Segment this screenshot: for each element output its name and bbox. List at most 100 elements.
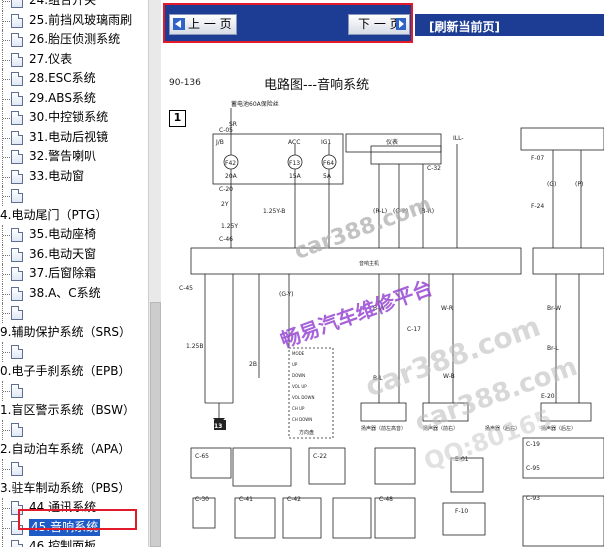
conn-f24-label: F-24	[531, 203, 544, 210]
tree-item[interactable]: 24.组合开关	[0, 0, 148, 11]
fuse-f64-label: F64	[323, 160, 334, 167]
document-icon	[11, 267, 23, 281]
tree-item-label: 28.ESC系统	[29, 71, 96, 85]
refresh-page-link[interactable]: [刷新当前页]	[429, 18, 500, 35]
tree-item[interactable]	[0, 342, 148, 362]
tree-item-label: 9.辅助保护系统（SRS）	[0, 324, 132, 339]
tree-item-label: 25.前挡风玻璃雨刷	[29, 12, 133, 27]
switch-mode-label: MODE	[292, 351, 305, 356]
tree-item[interactable]: 30.中控锁系统	[0, 108, 148, 128]
document-icon	[11, 189, 23, 203]
instrument-label: 仪表	[386, 138, 398, 146]
conn-c46-label: C-46	[219, 236, 233, 243]
tree-item[interactable]: 32.警告喇叭	[0, 147, 148, 167]
diagram-code: 90-136	[169, 78, 201, 88]
wire-wr-label: W-R	[441, 305, 453, 312]
conn-f07-label: F-07	[531, 155, 544, 162]
conn-c48-label: C-48	[379, 496, 393, 503]
tree-item-label: 33.电动窗	[29, 168, 85, 183]
wire-p-label: (P)	[575, 181, 583, 188]
document-icon	[11, 286, 23, 301]
nav-button-group: 上 一 页 下 一 页	[163, 3, 413, 43]
speaker-rr-label: 扬声器（后左）	[541, 425, 576, 432]
switch-ch-down-label: CH DOWN	[292, 417, 312, 422]
prev-page-button[interactable]: 上 一 页	[169, 14, 237, 35]
conn-e01-label: E-01	[455, 456, 469, 463]
conn-e20-label: E-20	[541, 393, 555, 400]
tree-item[interactable]	[0, 420, 148, 440]
document-icon	[11, 130, 23, 145]
tree-item[interactable]: 28.ESC系统	[0, 69, 148, 89]
tree-item[interactable]	[0, 186, 148, 206]
tree-item[interactable]: 29.ABS系统	[0, 88, 148, 108]
conn-c95-label: C-95	[526, 465, 540, 472]
document-tree: 24.组合开关 25.前挡风玻璃雨刷 26.胎压侦测系统 27.仪表 28.ESC系统 2…	[0, 0, 148, 547]
switch-up-label: UP	[292, 362, 298, 367]
tree-item[interactable]: 31.电动后视镜	[0, 127, 148, 147]
next-page-button[interactable]: 下 一 页	[348, 14, 410, 35]
tree-item-label: 30.中控锁系统	[29, 110, 109, 124]
switch-ch-up-label: CH UP	[292, 406, 305, 411]
tree-item[interactable]: 25.前挡风玻璃雨刷	[0, 10, 148, 30]
wire-gp-label: (G-P)	[393, 208, 408, 215]
tree-folder-item[interactable]: 4.电动尾门（PTG）	[0, 206, 148, 226]
conn-c45-label: C-45	[179, 285, 193, 292]
tree-scrollbar[interactable]	[148, 0, 161, 547]
left-arrow-icon	[173, 18, 185, 30]
document-icon	[11, 13, 23, 28]
tree-item-label: 32.警告喇叭	[29, 149, 97, 163]
tree-item[interactable]	[0, 381, 148, 401]
tree-folder-item[interactable]: 3.驻车制动系统（PBS）	[0, 479, 148, 499]
right-arrow-icon	[396, 18, 406, 30]
tree-item-label: 1.盲区警示系统（BSW）	[0, 402, 135, 417]
conn-c41-label: C-41	[239, 496, 253, 503]
tree-item[interactable]: 38.A、C系统	[0, 283, 148, 303]
tree-folder-item[interactable]: 9.辅助保护系统（SRS）	[0, 323, 148, 343]
wire-gy-label: (G-Y)	[279, 291, 293, 298]
tree-item-label: 26.胎压侦测系统	[29, 32, 121, 46]
tree-item-label: 36.电动天窗	[29, 246, 97, 261]
conn-c20-label: C-20	[219, 186, 233, 193]
document-icon	[11, 91, 23, 106]
page-nav-bar: 上 一 页 下 一 页 [刷新当前页]	[161, 0, 604, 48]
document-icon	[11, 384, 23, 398]
tree-item[interactable]: 37.后窗除霜	[0, 264, 148, 284]
acc-label: ACC	[288, 139, 300, 146]
tree-folder-item[interactable]: 2.自动泊车系统（APA）	[0, 440, 148, 460]
tree-folder-item[interactable]: 1.盲区警示系统（BSW）	[0, 401, 148, 421]
conn-c93-label: C-93	[526, 495, 540, 502]
tree-item[interactable]	[0, 303, 148, 323]
jb-label: J/B	[215, 139, 224, 146]
tree-item[interactable]: 36.电动天窗	[0, 244, 148, 264]
wire-rl-label: (R-L)	[373, 208, 387, 215]
wiring-diagram: 蓄电池60A保险丝 J/B SR ACC IG1 仪表 F42 F13 F64 …	[161, 48, 604, 547]
document-icon	[11, 0, 23, 8]
tree-folder-item[interactable]: 0.电子手刹系统（EPB）	[0, 362, 148, 382]
conn-c22-label: C-22	[313, 453, 327, 460]
wire-br-label: (B-R)	[419, 208, 434, 215]
document-icon	[11, 52, 23, 67]
wire-g-label: (G)	[547, 181, 556, 188]
document-icon	[11, 72, 23, 86]
conn-c19-label: C-19	[526, 441, 540, 448]
tree-item[interactable]	[0, 459, 148, 479]
switch-vol-up-label: VOL UP	[292, 384, 307, 389]
tree-item[interactable]: 35.电动座椅	[0, 225, 148, 245]
wire-2y-label: 2Y	[221, 201, 229, 208]
tree-item[interactable]: 46.控制面板	[0, 537, 148, 547]
tree-item-label: 35.电动座椅	[29, 227, 97, 241]
relay-note-label: 蓄电池60A保险丝	[231, 100, 279, 108]
wire-bw-label: B-W	[373, 305, 385, 312]
tree-item-label: 4.电动尾门（PTG）	[0, 207, 108, 222]
conn-c42-label: C-42	[287, 496, 301, 503]
amp-5a-label: 5A	[323, 173, 332, 180]
ill-label: ILL-	[453, 135, 464, 142]
ig1-label: IG1	[321, 139, 331, 146]
tree-item-label: 2.自动泊车系统（APA）	[0, 441, 131, 456]
tree-item[interactable]: 33.电动窗	[0, 166, 148, 186]
tree-item[interactable]: 27.仪表	[0, 49, 148, 69]
scrollbar-thumb[interactable]	[150, 302, 161, 547]
amp-20a-label: 20A	[225, 173, 238, 180]
tree-item[interactable]: 26.胎压侦测系统	[0, 30, 148, 50]
conn-c05-label: C-05	[219, 127, 233, 134]
